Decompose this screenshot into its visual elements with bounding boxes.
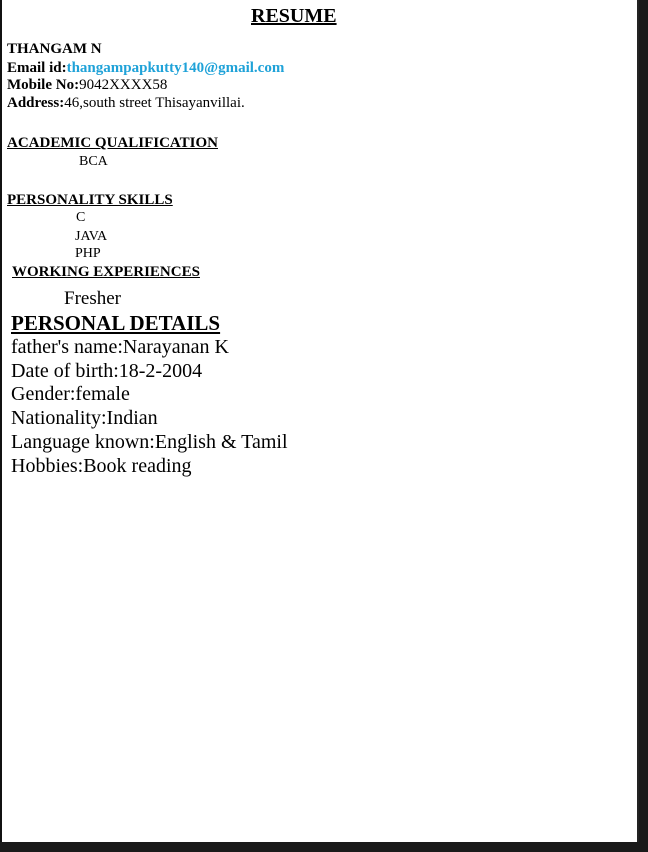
personal-heading: PERSONAL DETAILS bbox=[11, 311, 221, 335]
skill-item: C bbox=[76, 210, 86, 225]
address-line: Address:46,south street Thisayanvillai. bbox=[7, 95, 245, 112]
personal-detail-line: Date of birth:18-2-2004 bbox=[11, 360, 203, 382]
email-label: Email id: bbox=[7, 60, 67, 76]
personal-detail-line: Gender:female bbox=[11, 383, 130, 405]
skills-heading: PERSONALITY SKILLS bbox=[7, 192, 173, 208]
mobile-line: Mobile No:9042XXXX58 bbox=[7, 77, 167, 94]
academic-item: BCA bbox=[79, 154, 108, 169]
personal-detail-line: Nationality:Indian bbox=[11, 407, 158, 429]
address-label: Address: bbox=[7, 95, 65, 111]
academic-heading: ACADEMIC QUALIFICATION bbox=[7, 135, 218, 151]
skill-item: JAVA bbox=[75, 229, 108, 244]
personal-detail-line: father's name:Narayanan K bbox=[11, 336, 229, 358]
mobile-value: 9042XXXX58 bbox=[79, 77, 168, 93]
work-heading: WORKING EXPERIENCES bbox=[12, 264, 200, 280]
skill-item: PHP bbox=[75, 246, 101, 261]
mobile-label: Mobile No: bbox=[7, 77, 80, 93]
email-link[interactable]: thangampapkutty140@gmail.com bbox=[67, 60, 285, 76]
personal-detail-line: Language known:English & Tamil bbox=[11, 431, 288, 453]
applicant-name: THANGAM N bbox=[7, 41, 102, 57]
resume-page: RESUME THANGAM N Email id:thangampapkutt… bbox=[0, 0, 639, 842]
personal-detail-line: Hobbies:Book reading bbox=[11, 455, 192, 477]
work-value: Fresher bbox=[64, 288, 121, 309]
resume-title: RESUME bbox=[251, 5, 337, 27]
address-value: 46,south street Thisayanvillai. bbox=[64, 95, 245, 111]
email-line: Email id:thangampapkutty140@gmail.com bbox=[7, 60, 284, 77]
